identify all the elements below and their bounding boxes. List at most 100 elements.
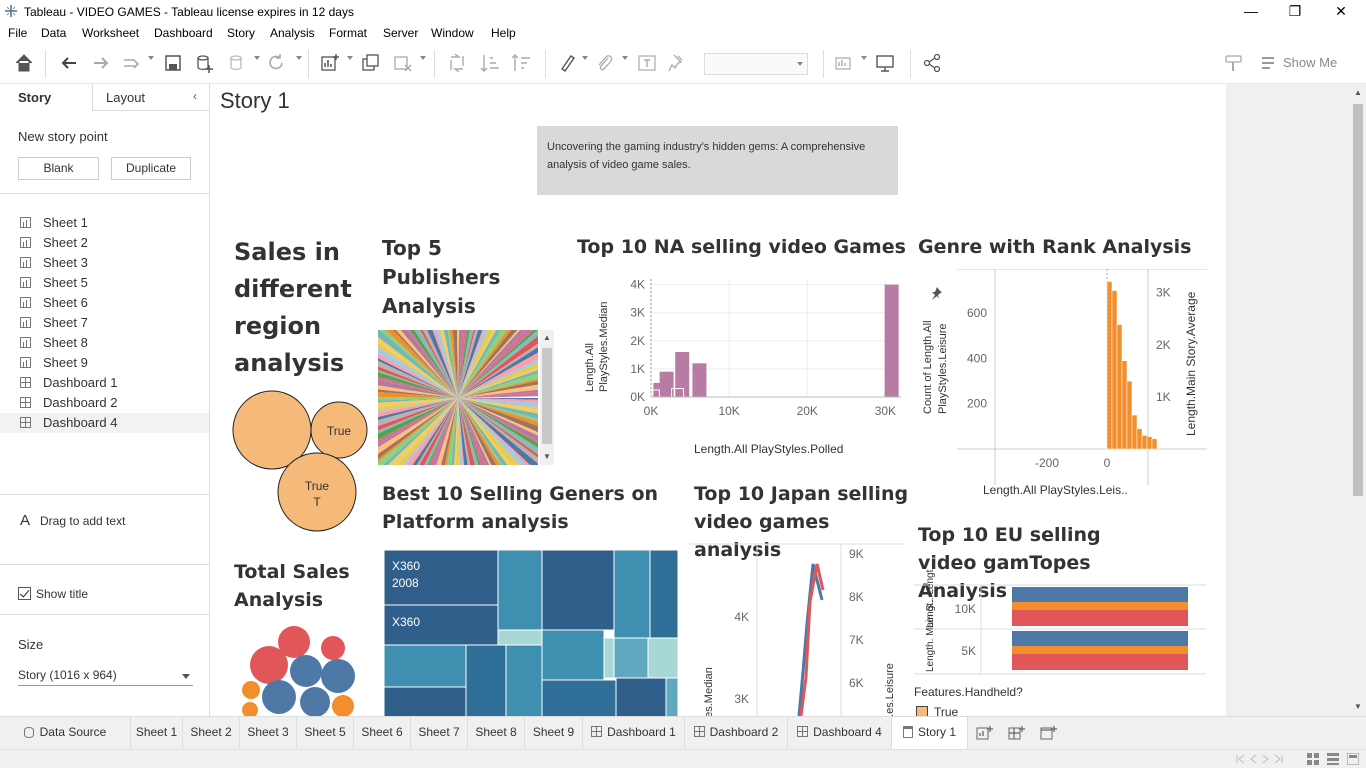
story-icon (902, 726, 913, 738)
paint-roller-icon[interactable] (1223, 52, 1245, 74)
undo-icon[interactable] (58, 52, 80, 74)
sheet-tab-bar: Data Source Sheet 1 Sheet 2 Sheet 3 Shee… (0, 716, 1366, 749)
show-title-checkbox[interactable]: Show title (18, 587, 88, 601)
sheet-list-item[interactable]: Sheet 3 (18, 253, 208, 273)
tab-navigation-icons[interactable] (1236, 754, 1288, 764)
vertical-scrollbar[interactable]: ▲ ▼ (1350, 84, 1366, 716)
fix-axes-icon[interactable] (666, 52, 688, 74)
japan-line-chart[interactable]: 4K 3K 9K 8K 7K 6K (689, 542, 904, 716)
clear-sheet-icon[interactable] (392, 52, 414, 74)
tab-data-source[interactable]: Data Source (0, 717, 131, 749)
sheet-list-item[interactable]: Dashboard 1 (18, 373, 208, 393)
new-worksheet-tab-icon[interactable] (976, 725, 994, 741)
presentation-mode-icon[interactable] (874, 52, 896, 74)
format-workbook-select[interactable] (704, 53, 808, 75)
new-dashboard-tab-icon[interactable] (1008, 725, 1026, 741)
sheet-list-item[interactable]: Sheet 1 (18, 213, 208, 233)
genre-x-label: Length.All PlayStyles.Leis.. (983, 483, 1128, 497)
replay-icon[interactable] (120, 52, 142, 74)
best10-treemap[interactable]: X360 2008 X360 (384, 550, 678, 716)
tab-dashboard[interactable]: Dashboard 2 (685, 717, 788, 749)
tab-story[interactable]: Story (0, 84, 92, 111)
menu-analysis[interactable]: Analysis (270, 26, 315, 40)
drag-to-add-text[interactable]: A Drag to add text (20, 512, 125, 529)
story-size-select[interactable]: Story (1016 x 964) (18, 668, 193, 686)
y-right-tick-label: 2K (1156, 338, 1171, 352)
story-caption[interactable]: Uncovering the gaming industry's hidden … (537, 126, 898, 195)
sheet-list-item[interactable]: Sheet 5 (18, 273, 208, 293)
publishers-scrollbar[interactable]: ▲ ▼ (540, 330, 554, 465)
show-tabs-icon[interactable] (1327, 753, 1339, 765)
sales-region-bubbles[interactable]: True True T (231, 389, 371, 534)
collapse-pane-icon[interactable]: ‹ (193, 89, 197, 103)
tab-sheet[interactable]: Sheet 7 (411, 717, 468, 749)
sheet-list-item[interactable]: Sheet 8 (18, 333, 208, 353)
total-sales-bubbles[interactable] (241, 624, 361, 716)
new-story-tab-icon[interactable] (1040, 725, 1058, 741)
genre-bar-chart[interactable]: 600 400 200 3K 2K 1K -200 0 (949, 269, 1207, 485)
restore-button[interactable]: ❐ (1272, 0, 1318, 23)
y-tick-label: 4K (734, 610, 749, 624)
show-me-label[interactable]: Show Me (1283, 55, 1337, 70)
sheet-list-item[interactable]: Sheet 7 (18, 313, 208, 333)
redo-icon[interactable] (90, 52, 112, 74)
highlight-icon[interactable] (557, 52, 579, 74)
sheet-list-item[interactable]: Sheet 9 (18, 353, 208, 373)
story-sidebar: Story Layout ‹ New story point Blank Dup… (0, 84, 210, 716)
menu-window[interactable]: Window (431, 26, 474, 40)
swap-rows-columns-icon[interactable] (446, 52, 468, 74)
y-right-tick-label: 9K (849, 547, 864, 561)
tab-dashboard[interactable]: Dashboard 4 (788, 717, 892, 749)
new-data-source-icon[interactable] (194, 52, 216, 74)
sheet-list-item[interactable]: Dashboard 2 (18, 393, 208, 413)
menu-server[interactable]: Server (383, 26, 418, 40)
group-members-icon[interactable] (594, 52, 616, 74)
show-sheet-sorter-icon[interactable] (1347, 753, 1359, 765)
tab-dashboard[interactable]: Dashboard 1 (583, 717, 685, 749)
close-button[interactable]: ✕ (1318, 0, 1364, 23)
home-icon[interactable] (13, 52, 35, 74)
na-bar-chart[interactable]: 4K 3K 2K 1K 0K0K 10K 20K 30K (616, 269, 906, 429)
menu-worksheet[interactable]: Worksheet (82, 26, 139, 40)
refresh-icon[interactable] (265, 52, 287, 74)
menu-format[interactable]: Format (329, 26, 367, 40)
sheet-list-item[interactable]: Sheet 6 (18, 293, 208, 313)
tab-story-selected[interactable]: Story 1 (892, 717, 968, 749)
tab-sheet[interactable]: Sheet 1 (131, 717, 183, 749)
menu-dashboard[interactable]: Dashboard (154, 26, 213, 40)
pause-updates-icon[interactable] (226, 52, 248, 74)
blank-button[interactable]: Blank (18, 157, 99, 180)
fit-icon[interactable] (834, 52, 856, 74)
y-right-tick-label: 1K (1156, 390, 1171, 404)
menu-story[interactable]: Story (227, 26, 255, 40)
tab-sheet[interactable]: Sheet 6 (354, 717, 411, 749)
treemap-label: X360 (392, 615, 420, 629)
tab-sheet[interactable]: Sheet 8 (468, 717, 525, 749)
show-filmstrip-icon[interactable] (1307, 753, 1319, 765)
new-worksheet-icon[interactable] (319, 52, 341, 74)
y-tick-label: 4K (630, 278, 645, 292)
tab-sheet[interactable]: Sheet 5 (297, 717, 354, 749)
menu-help[interactable]: Help (491, 26, 516, 40)
save-icon[interactable] (162, 52, 184, 74)
sheet-list-item-selected[interactable]: Dashboard 4 (0, 413, 209, 433)
show-labels-icon[interactable] (636, 52, 658, 74)
eu-legend-item[interactable]: True (916, 705, 958, 716)
tab-sheet[interactable]: Sheet 9 (525, 717, 583, 749)
minimize-button[interactable]: — (1228, 0, 1274, 23)
share-icon[interactable] (921, 52, 943, 74)
duplicate-button[interactable]: Duplicate (111, 157, 191, 180)
tab-sheet[interactable]: Sheet 2 (183, 717, 240, 749)
eu-bar-chart[interactable]: 10K 5K (914, 584, 1206, 678)
publishers-pie-chart[interactable] (378, 330, 538, 465)
pin-icon[interactable] (931, 287, 943, 301)
menu-data[interactable]: Data (41, 26, 66, 40)
sort-descending-icon[interactable] (510, 52, 532, 74)
sheet-list-item[interactable]: Sheet 2 (18, 233, 208, 253)
show-me-icon[interactable] (1259, 52, 1277, 74)
tab-sheet[interactable]: Sheet 3 (240, 717, 297, 749)
text-icon: A (20, 512, 31, 529)
sort-ascending-icon[interactable] (479, 52, 501, 74)
menu-file[interactable]: File (8, 26, 27, 40)
duplicate-sheet-icon[interactable] (360, 52, 382, 74)
